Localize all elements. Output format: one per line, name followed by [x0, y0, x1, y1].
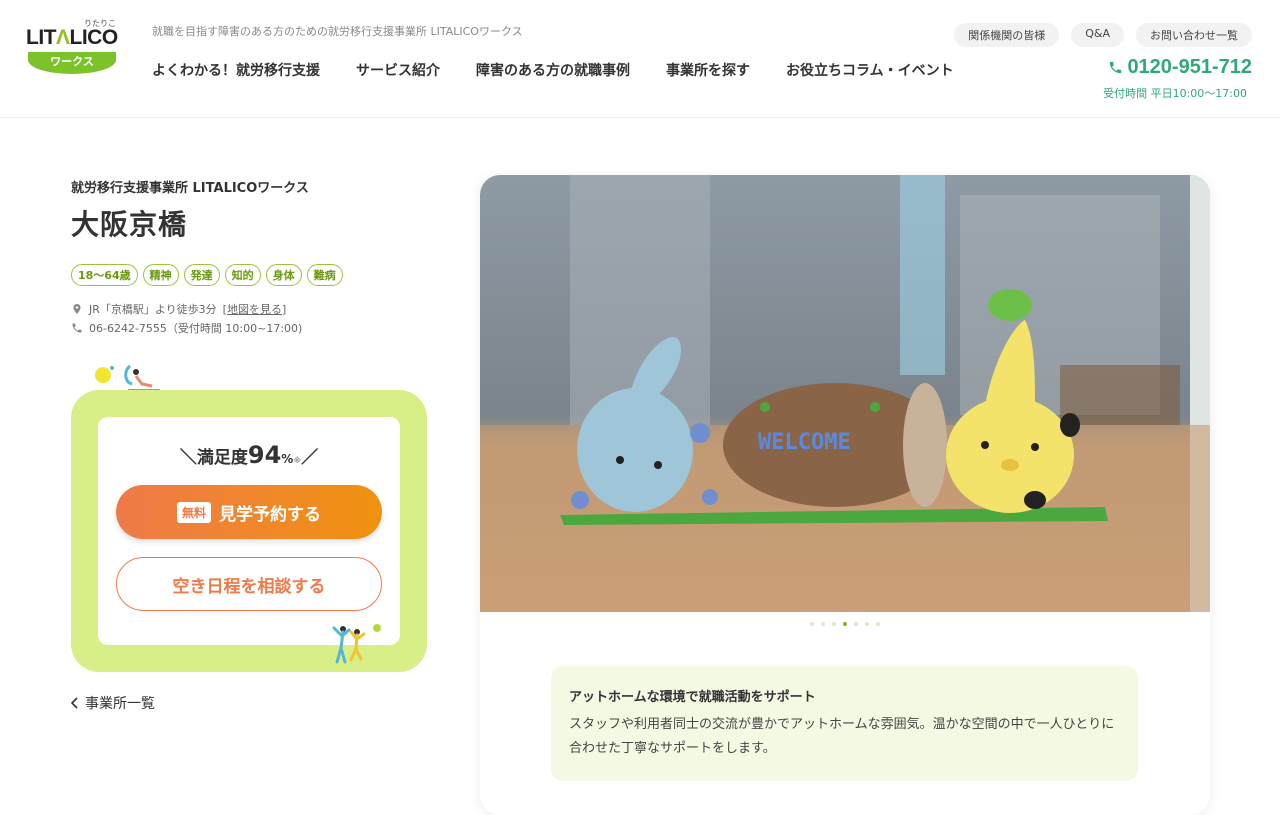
subnav-qa[interactable]: Q&A: [1071, 23, 1124, 47]
cta-card: ＼満足度94%※／ 無料 見学予約する 空き日程を相談する: [98, 417, 400, 645]
cta-panel: ＼満足度94%※／ 無料 見学予約する 空き日程を相談する: [71, 390, 427, 672]
carousel-dot[interactable]: [832, 622, 836, 626]
office-gallery-card: WELCOME アットホームな環境で就職活動をサポート スタッフや利用者同士の交…: [480, 175, 1210, 815]
phone-icon: [72, 323, 82, 333]
site-header: りたりこ LITΛLICO ワークス 就職を目指す障害のある方のための就労移行支…: [0, 0, 1280, 118]
header-tel[interactable]: 0120-951-712: [1108, 56, 1252, 79]
carousel-dot[interactable]: [854, 622, 858, 626]
office-phone[interactable]: 06-6242-7555（受付時間 10:00~17:00): [89, 320, 302, 336]
company-name: 就労移行支援事業所 LITALICOワークス: [71, 181, 309, 196]
subnav-partners[interactable]: 関係機関の皆様: [954, 23, 1060, 47]
tag-developmental: 発達: [183, 264, 220, 286]
tour-reservation-label: 見学予約する: [219, 504, 321, 525]
tag-age: 18〜64歳: [71, 264, 138, 286]
carousel-dots: [480, 622, 1210, 626]
litalico-works-logo[interactable]: りたりこ LITΛLICO ワークス: [26, 19, 118, 78]
feature-body: スタッフや利用者同士の交流が豊かでアットホームな雰囲気。温かな空間の中で一人ひと…: [569, 717, 1115, 756]
logo-text: LITΛLICO: [26, 26, 118, 49]
carousel-dot[interactable]: [821, 622, 825, 626]
carousel-dot[interactable]: [810, 622, 814, 626]
main-nav: よくわかる！就労移行支援 サービス紹介 障害のある方の就職事例 事業所を探す お…: [152, 60, 954, 80]
schedule-consult-button[interactable]: 空き日程を相談する: [116, 557, 382, 611]
phone-row: 06-6242-7555（受付時間 10:00~17:00): [71, 320, 302, 336]
cheering-people-illustration: [332, 624, 381, 664]
nav-services[interactable]: サービス紹介: [356, 60, 440, 80]
nav-employment-cases[interactable]: 障害のある方の就職事例: [476, 60, 630, 80]
svg-text:WELCOME: WELCOME: [758, 430, 851, 455]
sub-nav: 関係機関の皆様 Q&A お問い合わせ一覧: [954, 23, 1252, 47]
carousel-dot[interactable]: [876, 622, 880, 626]
subnav-contact[interactable]: お問い合わせ一覧: [1136, 23, 1252, 47]
map-pin-icon: [73, 304, 81, 314]
page-title: 大阪京橋: [71, 208, 188, 241]
map-link[interactable]: 地図を見る: [227, 303, 282, 316]
carousel-dot[interactable]: [843, 622, 847, 626]
tag-intractable-disease: 難病: [306, 264, 343, 286]
tel-number: 0120-951-712: [1127, 56, 1252, 78]
access-row: JR「京橋駅」より徒歩3分 [地図を見る]: [71, 301, 286, 317]
nav-find-office[interactable]: 事業所を探す: [666, 60, 750, 80]
target-tags: 18〜64歳 精神 発達 知的 身体 難病: [71, 264, 343, 286]
access-text: JR「京橋駅」より徒歩3分: [89, 303, 217, 316]
phone-icon: [1110, 61, 1122, 74]
tel-hours: 受付時間 平日10:00〜17:00: [1103, 87, 1247, 100]
carousel-dot[interactable]: [865, 622, 869, 626]
tag-intellectual: 知的: [224, 264, 261, 286]
tag-mental: 精神: [142, 264, 179, 286]
feature-title: アットホームな環境で就職活動をサポート: [569, 690, 816, 705]
tag-physical: 身体: [265, 264, 302, 286]
satisfaction-heading: ＼満足度94%※／: [179, 441, 319, 469]
back-to-office-list[interactable]: 事業所一覧: [71, 693, 155, 713]
nav-columns-events[interactable]: お役立ちコラム・イベント: [786, 60, 954, 80]
feature-box: アットホームな環境で就職活動をサポート スタッフや利用者同士の交流が豊かでアット…: [551, 666, 1138, 781]
chevron-left-icon: [71, 697, 78, 709]
tour-reservation-button[interactable]: 無料 見学予約する: [116, 485, 382, 539]
carousel-photo[interactable]: WELCOME: [480, 175, 1210, 612]
site-tagline: 就職を目指す障害のある方のための就労移行支援事業所 LITALICOワークス: [152, 25, 523, 38]
logo-sub: ワークス: [28, 52, 116, 74]
back-link-label: 事業所一覧: [85, 696, 155, 712]
satisfaction-value: 94: [247, 441, 282, 469]
nav-about-employment-support[interactable]: よくわかる！就労移行支援: [152, 60, 320, 80]
free-badge: 無料: [176, 501, 211, 523]
